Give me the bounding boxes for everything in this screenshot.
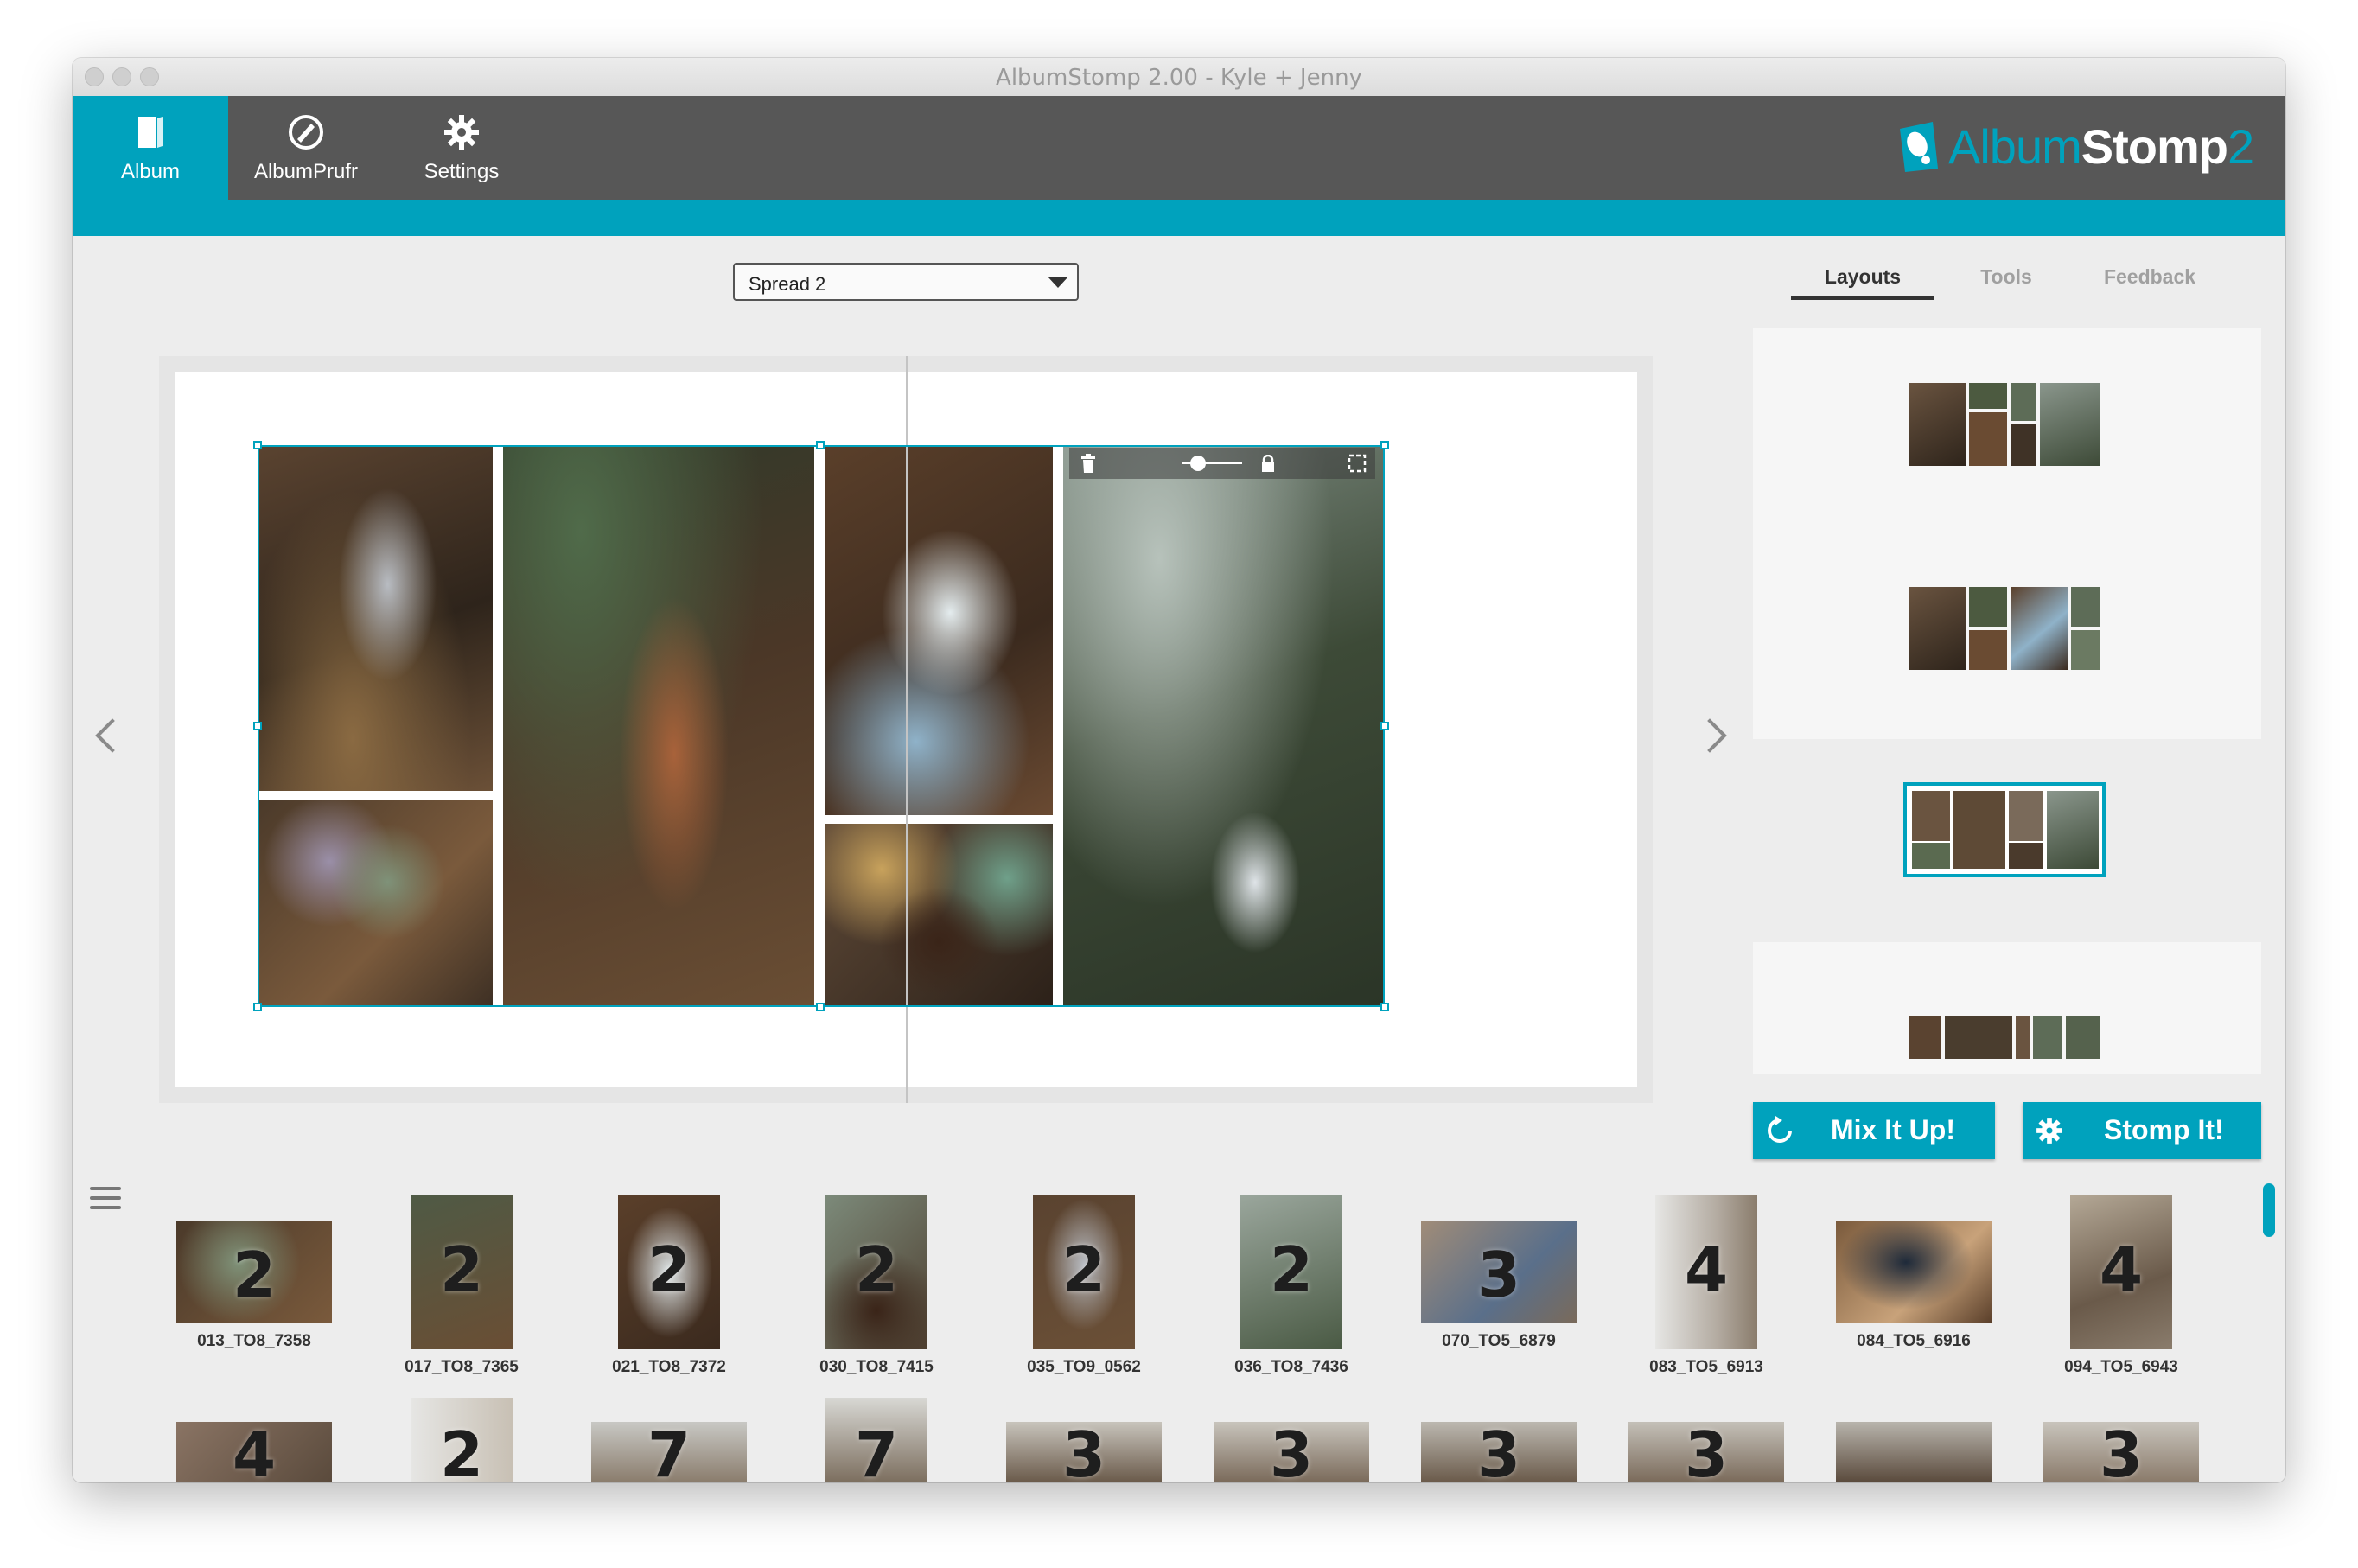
- resize-handle[interactable]: [1380, 1003, 1389, 1011]
- photo-selection-frame: [258, 445, 1385, 1007]
- layout-option-3-selected[interactable]: [1903, 782, 2106, 877]
- zoom-slider-knob[interactable]: [1190, 456, 1206, 471]
- usage-count: 3: [1061, 1418, 1106, 1482]
- gear-icon: [444, 115, 479, 150]
- resize-handle[interactable]: [253, 1003, 262, 1011]
- file-name: 084_TO5_6916: [1857, 1332, 1971, 1350]
- layout-option-1[interactable]: [1909, 383, 2100, 466]
- resize-handle[interactable]: [1380, 722, 1389, 730]
- tab-feedback[interactable]: Feedback: [2078, 265, 2221, 296]
- lock-icon[interactable]: [1261, 455, 1275, 472]
- filmstrip-menu-icon[interactable]: [90, 1187, 121, 1213]
- window-title: AlbumStomp 2.00 - Kyle + Jenny: [996, 65, 1362, 91]
- resize-handle[interactable]: [253, 722, 262, 730]
- usage-count: 3: [1269, 1418, 1314, 1482]
- albumstomp-logo: AlbumStomp2: [1895, 117, 2266, 177]
- prev-spread-arrow[interactable]: [95, 718, 130, 753]
- usage-count: 2: [439, 1418, 484, 1482]
- stomp-it-button[interactable]: Stomp It!: [2023, 1102, 2261, 1159]
- layout-option-2[interactable]: [1909, 587, 2100, 670]
- usage-count: 2: [232, 1239, 277, 1311]
- layout-option-4[interactable]: [1909, 1016, 2100, 1059]
- photo-filmstrip: 2 013_TO8_7358 2 017_TO8_7365 2 021_TO8_…: [159, 1182, 2251, 1482]
- usage-count: 2: [647, 1233, 691, 1306]
- app-toolbar: Album AlbumPrufr Settings AlbumStomp2: [73, 96, 2285, 200]
- album-icon: [138, 117, 163, 148]
- nav-settings[interactable]: Settings: [384, 96, 539, 200]
- logo-wordmark: AlbumStomp2: [1948, 119, 2254, 174]
- fullscreen-icon[interactable]: [1348, 454, 1367, 473]
- usage-count: 7: [647, 1418, 691, 1482]
- file-name: 036_TO8_7436: [1234, 1358, 1348, 1376]
- title-bar: AlbumStomp 2.00 - Kyle + Jenny: [73, 58, 2285, 97]
- mix-it-up-label: Mix It Up!: [1831, 1114, 1955, 1145]
- usage-count: 2: [1269, 1233, 1314, 1306]
- nav-albumprufr-label: AlbumPrufr: [253, 160, 359, 183]
- resize-handle[interactable]: [816, 1003, 825, 1011]
- tab-tools[interactable]: Tools: [1934, 265, 2078, 296]
- nav-album[interactable]: Album: [73, 96, 228, 200]
- refresh-icon: [1768, 1116, 1792, 1143]
- file-name: 017_TO8_7365: [405, 1358, 519, 1376]
- usage-count: 3: [1476, 1239, 1521, 1311]
- photo-tools-bar: [1069, 448, 1375, 479]
- stomp-it-label: Stomp It!: [2104, 1114, 2224, 1145]
- usage-count: 3: [1476, 1418, 1521, 1482]
- mix-it-up-button[interactable]: Mix It Up!: [1753, 1102, 1995, 1159]
- file-name: 035_TO9_0562: [1027, 1358, 1141, 1376]
- spread-select[interactable]: Spread 2: [733, 263, 1079, 301]
- file-name: 094_TO5_6943: [2064, 1358, 2178, 1376]
- logo-mark-icon: [1900, 122, 1938, 172]
- filmstrip-scrollbar[interactable]: [2263, 1183, 2275, 1237]
- tab-layouts[interactable]: Layouts: [1791, 265, 1934, 300]
- usage-count: 2: [439, 1233, 484, 1306]
- usage-count: 4: [232, 1418, 277, 1482]
- file-name: 013_TO8_7358: [197, 1332, 311, 1350]
- nav-albumprufr[interactable]: AlbumPrufr: [228, 96, 384, 200]
- usage-count: 3: [1684, 1418, 1729, 1482]
- resize-handle[interactable]: [253, 441, 262, 449]
- file-name: 021_TO8_7372: [612, 1358, 726, 1376]
- gear-icon: [2036, 1118, 2062, 1144]
- prufr-icon: [289, 115, 323, 150]
- usage-count: 4: [2099, 1233, 2144, 1306]
- accent-bar: [73, 200, 2285, 236]
- usage-count: 3: [2099, 1418, 2144, 1482]
- file-name: 083_TO5_6913: [1649, 1358, 1763, 1376]
- usage-count: 2: [1061, 1233, 1106, 1306]
- spread-select-value: Spread 2: [749, 273, 826, 295]
- app-window: AlbumStomp 2.00 - Kyle + Jenny Album Alb…: [73, 58, 2285, 1482]
- resize-handle[interactable]: [816, 441, 825, 449]
- usage-count: 7: [854, 1418, 899, 1482]
- usage-count: 2: [854, 1233, 899, 1306]
- next-spread-arrow[interactable]: [1692, 718, 1727, 753]
- chevron-down-icon: [1048, 277, 1068, 288]
- nav-settings-label: Settings: [424, 160, 500, 183]
- resize-handle[interactable]: [1380, 441, 1389, 449]
- file-name: 070_TO5_6879: [1442, 1332, 1556, 1350]
- nav-album-label: Album: [120, 160, 181, 183]
- file-name: 030_TO8_7415: [819, 1358, 934, 1376]
- usage-count: 4: [1684, 1233, 1729, 1306]
- trash-icon[interactable]: [1080, 454, 1097, 473]
